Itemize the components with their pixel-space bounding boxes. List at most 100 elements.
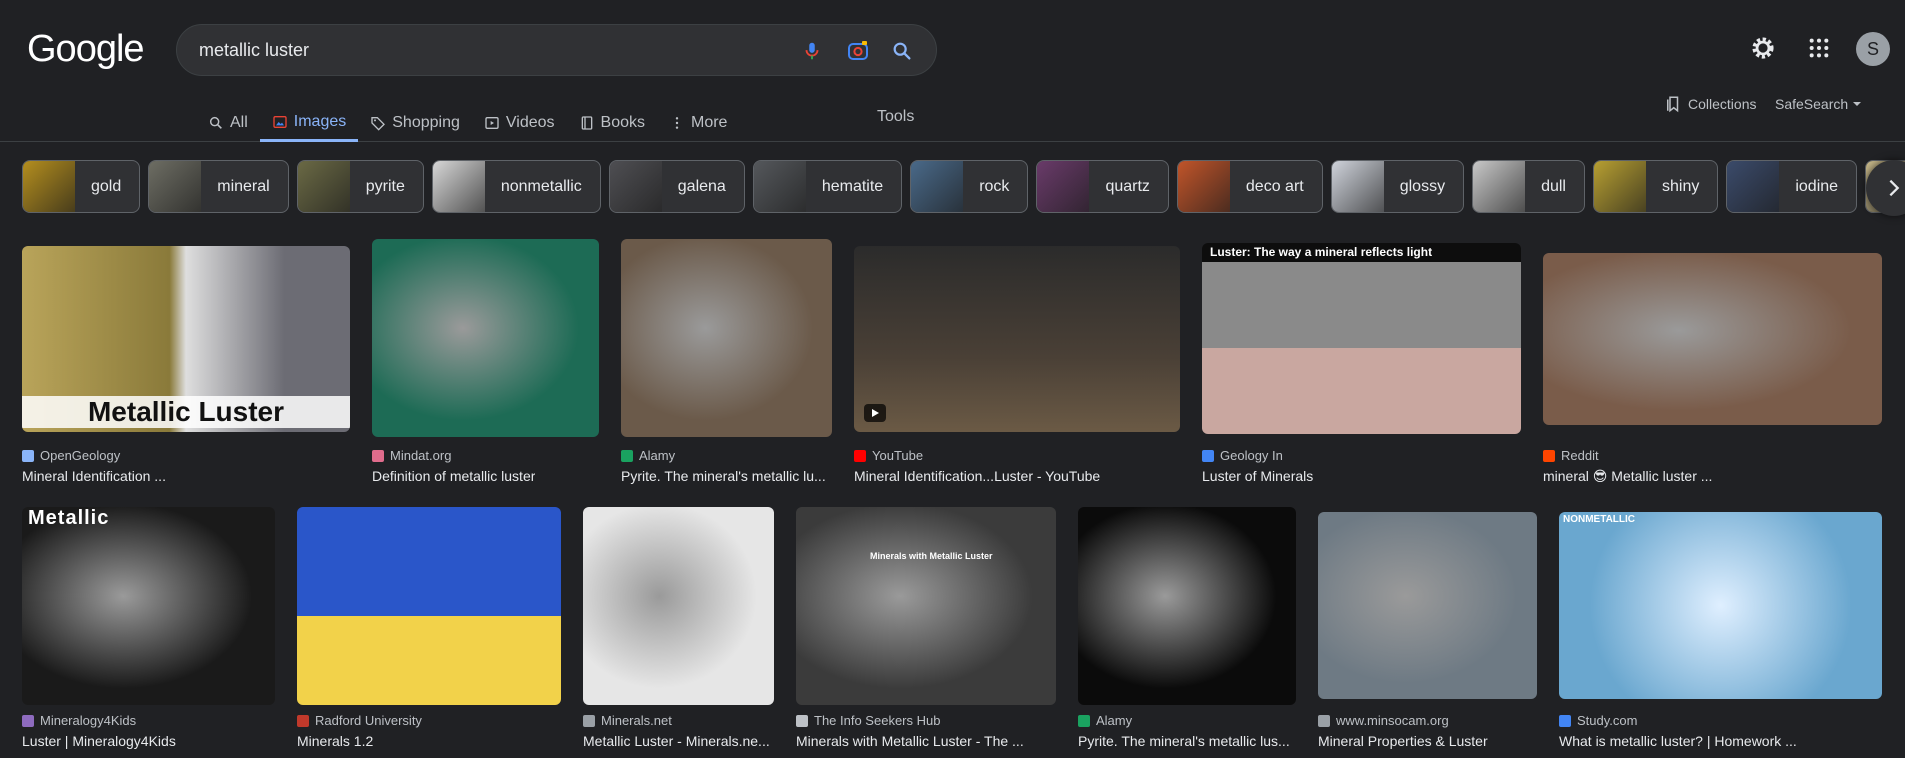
result-thumbnail[interactable]: Metallic — [22, 507, 275, 705]
source-name: Minerals.net — [601, 713, 672, 728]
chip-thumbnail — [609, 161, 662, 212]
result-title[interactable]: Minerals with Metallic Luster - The ... — [796, 733, 1024, 749]
result-title[interactable]: What is metallic luster? | Homework ... — [1559, 733, 1797, 749]
chip-label: dull — [1541, 177, 1566, 195]
result-thumbnail[interactable] — [621, 239, 832, 437]
chip-thumbnail — [149, 161, 202, 212]
chip-label: galena — [677, 177, 726, 195]
chip-deco-art[interactable]: deco art — [1176, 160, 1323, 213]
chip-label: pyrite — [365, 177, 405, 195]
tab-shopping[interactable]: Shopping — [358, 104, 472, 142]
thumbnail-caption: Minerals with Metallic Luster — [870, 551, 993, 561]
result-thumbnail[interactable]: NONMETALLIC — [1559, 512, 1882, 699]
chip-galena[interactable]: galena — [608, 160, 745, 213]
result-source[interactable]: www.minsocam.org — [1318, 713, 1449, 728]
tools-button[interactable]: Tools — [877, 108, 914, 126]
result-title[interactable]: Mineral Identification ... — [22, 468, 166, 484]
tab-label: All — [230, 114, 248, 131]
chip-hematite[interactable]: hematite — [752, 160, 903, 213]
microphone-icon[interactable] — [799, 38, 825, 64]
tag-icon — [371, 117, 386, 131]
result-source[interactable]: Minerals.net — [583, 713, 672, 728]
safesearch-button[interactable]: SafeSearch — [1775, 96, 1862, 112]
result-title[interactable]: Luster of Minerals — [1202, 468, 1313, 484]
chip-shiny[interactable]: shiny — [1592, 160, 1719, 213]
chip-label: iodine — [1795, 177, 1839, 195]
result-thumbnail[interactable] — [1318, 512, 1537, 699]
result-title[interactable]: Definition of metallic luster — [372, 468, 535, 484]
account-avatar[interactable]: S — [1856, 32, 1890, 66]
result-source[interactable]: Alamy — [621, 448, 675, 463]
result-thumbnail[interactable] — [297, 507, 561, 705]
result-source[interactable]: Mindat.org — [372, 448, 451, 463]
result-title[interactable]: Metallic Luster - Minerals.ne... — [583, 733, 770, 749]
chip-pyrite[interactable]: pyrite — [296, 160, 424, 213]
result-source[interactable]: Mineralogy4Kids — [22, 713, 136, 728]
apps-grid-icon[interactable] — [1805, 34, 1833, 62]
camera-lens-icon[interactable] — [845, 38, 871, 64]
chip-thumbnail — [23, 161, 75, 212]
result-title[interactable]: Pyrite. The mineral's metallic lus... — [1078, 733, 1290, 749]
tab-all[interactable]: All — [196, 104, 260, 142]
chip-rock[interactable]: rock — [910, 160, 1029, 213]
search-tabs: All Images Shopping Videos Books More — [196, 104, 739, 142]
chip-quartz[interactable]: quartz — [1036, 160, 1169, 213]
search-icon — [209, 116, 222, 129]
tab-more[interactable]: More — [657, 104, 739, 142]
video-play-icon — [864, 404, 886, 422]
result-source[interactable]: Alamy — [1078, 713, 1132, 728]
result-thumbnail[interactable]: Metallic Luster — [22, 246, 350, 432]
chip-thumbnail — [1593, 161, 1646, 212]
source-name: Study.com — [1577, 713, 1638, 728]
chip-label: glossy — [1399, 177, 1446, 195]
result-source[interactable]: Reddit — [1543, 448, 1599, 463]
tab-videos[interactable]: Videos — [472, 104, 567, 142]
result-title[interactable]: Pyrite. The mineral's metallic lu... — [621, 468, 826, 484]
chip-iodine[interactable]: iodine — [1726, 160, 1858, 213]
result-title[interactable]: Mineral Identification...Luster - YouTub… — [854, 468, 1100, 484]
search-box[interactable]: metallic luster — [176, 24, 937, 76]
result-title[interactable]: mineral 😎 Metallic luster ... — [1543, 468, 1712, 485]
search-input[interactable]: metallic luster — [199, 40, 309, 61]
result-source[interactable]: The Info Seekers Hub — [796, 713, 940, 728]
collections-button[interactable]: Collections — [1664, 95, 1756, 113]
settings-gear-icon[interactable] — [1749, 34, 1777, 62]
chip-thumbnail — [911, 161, 964, 212]
chip-thumbnail — [1331, 161, 1384, 212]
result-source[interactable]: Geology In — [1202, 448, 1283, 463]
result-thumbnail[interactable] — [1543, 253, 1882, 425]
result-source[interactable]: Radford University — [297, 713, 422, 728]
result-thumbnail[interactable] — [372, 239, 599, 437]
result-thumbnail[interactable]: Minerals with Metallic Luster — [796, 507, 1056, 705]
site-favicon-icon — [796, 714, 808, 727]
result-thumbnail[interactable] — [1078, 507, 1296, 705]
chip-dull[interactable]: dull — [1472, 160, 1585, 213]
result-source[interactable]: Study.com — [1559, 713, 1637, 728]
related-search-chips: gold mineral pyrite nonmetallic galena hemati… — [22, 160, 1905, 213]
header: Google metallic luster S All Images Shop… — [0, 0, 1905, 142]
result-source[interactable]: OpenGeology — [22, 448, 120, 463]
google-logo[interactable]: Google — [27, 28, 145, 71]
chip-mineral[interactable]: mineral — [148, 160, 289, 213]
result-thumbnail[interactable] — [583, 507, 774, 705]
chip-gold[interactable]: gold — [22, 160, 141, 213]
result-title[interactable]: Mineral Properties & Luster — [1318, 733, 1488, 749]
result-thumbnail[interactable] — [854, 246, 1180, 432]
result-thumbnail[interactable]: Luster: The way a mineral reflects light — [1202, 243, 1521, 434]
tab-label: More — [690, 114, 728, 131]
tab-books[interactable]: Books — [567, 104, 657, 142]
chevron-right-icon — [1889, 179, 1900, 197]
image-icon — [273, 115, 287, 128]
source-name: Alamy — [639, 448, 676, 463]
search-icon[interactable] — [889, 38, 915, 64]
result-title[interactable]: Minerals 1.2 — [297, 733, 373, 749]
site-favicon-icon — [1078, 714, 1090, 727]
source-name: Geology In — [1220, 448, 1283, 463]
result-source[interactable]: YouTube — [854, 448, 923, 463]
chip-glossy[interactable]: glossy — [1330, 160, 1465, 213]
tab-images[interactable]: Images — [259, 104, 359, 142]
chip-label: rock — [979, 177, 1010, 195]
result-title[interactable]: Luster | Mineralogy4Kids — [22, 733, 176, 749]
site-favicon-icon — [1543, 449, 1555, 462]
chip-nonmetallic[interactable]: nonmetallic — [431, 160, 601, 213]
